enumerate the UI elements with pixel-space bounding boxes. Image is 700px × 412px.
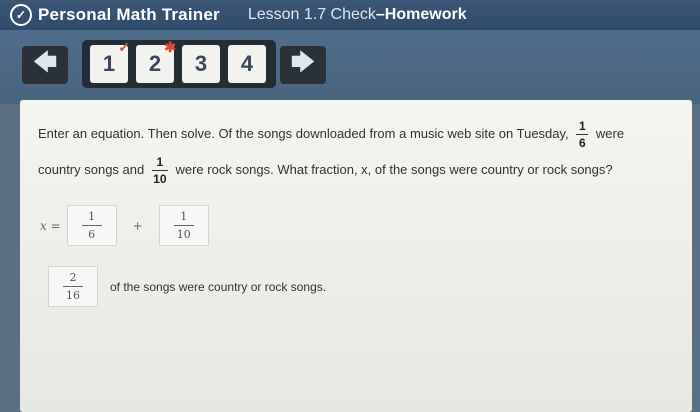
question-panel: Enter an equation. Then solve. Of the so… (20, 100, 692, 412)
arrow-left-icon: 🡄 (32, 48, 58, 76)
pmt-logo-icon: ✓ (10, 4, 32, 26)
term-denominator: 6 (88, 228, 96, 241)
step-label: 2 (148, 51, 162, 76)
question-part: were rock songs. What fraction, x, of th… (175, 161, 613, 177)
app-title: Personal Math Trainer (38, 5, 220, 24)
term-denominator: 10 (176, 228, 191, 241)
step-4-button[interactable]: 4 (228, 45, 266, 83)
question-line-1: Enter an equation. Then solve. Of the so… (38, 120, 624, 149)
term-numerator: 1 (180, 210, 188, 223)
app-header: ✓ Personal Math Trainer Lesson 1.7 Check… (0, 0, 700, 30)
step-1-button[interactable]: 1 ✓ (90, 39, 130, 83)
step-label: 3 (194, 51, 208, 76)
question-line-2: country songs and 1 10 were rock songs. … (38, 156, 613, 185)
step-navigation: 🡄 1 ✓ 2 ✱ 3 4 🡆 (0, 30, 700, 104)
plus-operator: + (132, 218, 143, 233)
answer-numerator: 2 (69, 271, 77, 284)
step-list: 1 ✓ 2 ✱ 3 4 (82, 39, 276, 88)
next-button[interactable]: 🡆 (280, 46, 326, 84)
fraction-one-tenth: 1 10 (151, 155, 168, 186)
fraction-one-sixth: 1 6 (576, 119, 589, 150)
lesson-title: Lesson 1.7 Check–Homework (248, 6, 467, 24)
answer-input[interactable]: 2 16 (48, 266, 98, 307)
term-numerator: 1 (88, 210, 96, 223)
answer-label: of the songs were country or rock songs. (110, 279, 327, 294)
term1-input[interactable]: 1 6 (66, 205, 117, 246)
term2-input[interactable]: 1 10 (158, 205, 209, 246)
incorrect-mark-icon: ✱ (164, 39, 176, 55)
question-part: were (595, 125, 625, 141)
equation-row: x = 1 6 + 1 10 (40, 205, 209, 246)
assignment-type: Homework (384, 6, 467, 23)
fraction-numerator: 1 (156, 155, 164, 169)
check-mark-icon: ✓ (118, 39, 130, 55)
prev-button[interactable]: 🡄 (22, 46, 68, 84)
fraction-denominator: 10 (153, 172, 167, 186)
lesson-name: Lesson 1.7 Check (247, 6, 376, 23)
answer-denominator: 16 (66, 289, 80, 302)
title-separator: – (375, 6, 385, 23)
arrow-right-icon: 🡆 (290, 48, 316, 76)
question-part: country songs and (38, 161, 145, 177)
equation-lhs: x = (40, 218, 61, 233)
question-part: Enter an equation. Then solve. Of the so… (38, 125, 569, 141)
step-3-button[interactable]: 3 (182, 45, 220, 83)
step-2-button[interactable]: 2 ✱ (136, 39, 176, 83)
fraction-denominator: 6 (578, 136, 586, 150)
answer-row: 2 16 of the songs were country or rock s… (48, 266, 326, 307)
step-label: 4 (240, 51, 254, 76)
step-label: 1 (102, 51, 116, 76)
fraction-numerator: 1 (578, 119, 586, 133)
